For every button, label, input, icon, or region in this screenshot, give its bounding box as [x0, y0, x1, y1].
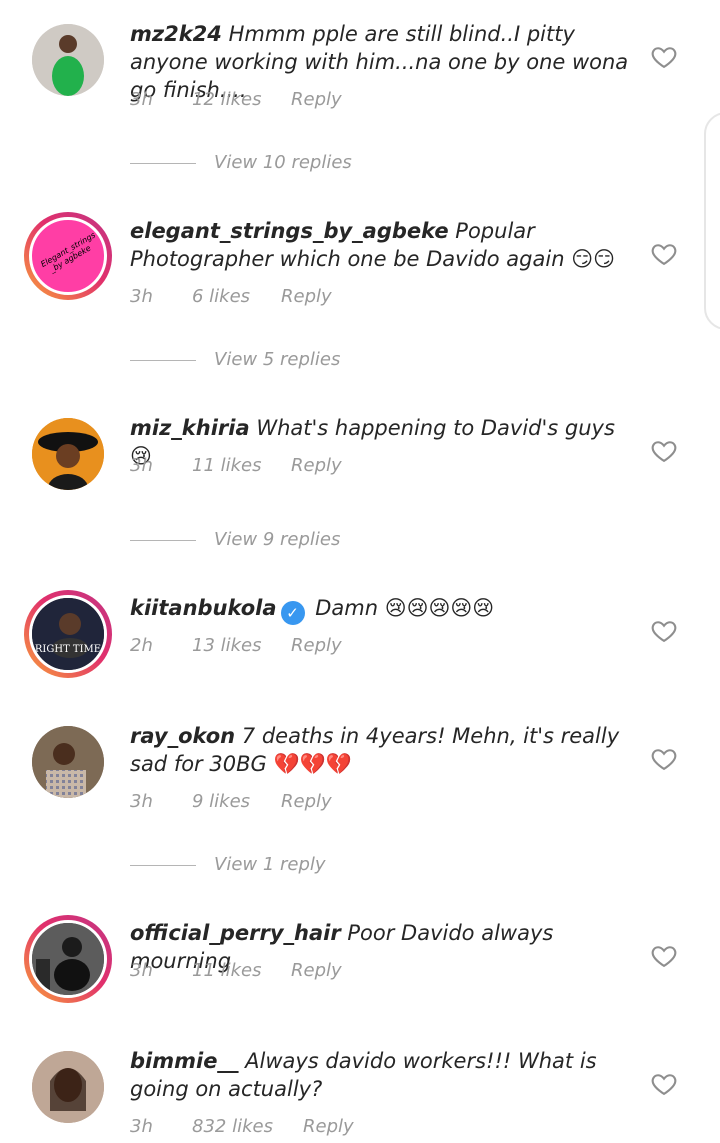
avatar[interactable]	[32, 24, 104, 96]
reply-button[interactable]: Reply	[291, 635, 342, 656]
reply-button[interactable]: Reply	[303, 1116, 354, 1137]
avatar-logo-text: RIGHT TIME	[34, 644, 102, 655]
comment-username[interactable]: elegant_strings_by_agbeke	[130, 219, 449, 243]
heart-outline-icon[interactable]	[650, 43, 678, 71]
avatar[interactable]: Elegant_strings _by agbeke	[24, 212, 112, 300]
comment-time: 3h	[130, 89, 153, 110]
heart-outline-icon[interactable]	[650, 942, 678, 970]
comment-time: 3h	[130, 1116, 153, 1137]
heart-outline-icon[interactable]	[650, 745, 678, 773]
heart-outline-icon[interactable]	[650, 437, 678, 465]
comment-username[interactable]: ray_okon	[130, 724, 235, 748]
comment-username[interactable]: official_perry_hair	[130, 921, 341, 945]
heart-outline-icon[interactable]	[650, 1070, 678, 1098]
reply-button[interactable]: Reply	[291, 455, 342, 476]
comment-likes[interactable]: 9 likes	[192, 791, 250, 812]
comment-likes[interactable]: 6 likes	[192, 286, 250, 307]
comment-likes[interactable]: 832 likes	[192, 1116, 273, 1137]
comment-emoji: 😢😢😢😢😢	[384, 596, 495, 620]
reply-button[interactable]: Reply	[281, 286, 332, 307]
reply-button[interactable]: Reply	[291, 89, 342, 110]
comment-text: Damn	[315, 596, 379, 620]
avatar[interactable]	[32, 1051, 104, 1123]
comment-username[interactable]: miz_khiria	[130, 416, 250, 440]
comment-username[interactable]: kiitanbukola	[130, 596, 277, 620]
comment-time: 3h	[130, 791, 153, 812]
reply-button[interactable]: Reply	[291, 960, 342, 981]
avatar[interactable]: RIGHT TIME	[24, 590, 112, 678]
comment-likes[interactable]: 11 likes	[192, 960, 262, 981]
verified-badge-icon: ✓	[280, 601, 305, 625]
avatar[interactable]	[24, 915, 112, 1003]
comment-likes[interactable]: 11 likes	[192, 455, 262, 476]
avatar[interactable]	[32, 418, 104, 490]
comment-likes[interactable]: 12 likes	[192, 89, 262, 110]
heart-outline-icon[interactable]	[650, 240, 678, 268]
comment-likes[interactable]: 13 likes	[192, 635, 262, 656]
comment-emoji: 😏😏	[571, 247, 615, 271]
avatar-logo-text: Elegant_strings _by agbeke	[39, 230, 98, 275]
heart-outline-icon[interactable]	[650, 617, 678, 645]
divider	[130, 163, 196, 164]
comment-text: What's happening to David's guys	[256, 416, 615, 440]
divider	[130, 540, 196, 541]
avatar[interactable]	[32, 726, 104, 798]
comment-username[interactable]: bimmie__	[130, 1049, 238, 1073]
comment-time: 2h	[130, 635, 153, 656]
comment-emoji: 💔💔💔	[273, 752, 352, 776]
comment-time: 3h	[130, 286, 153, 307]
comment-time: 3h	[130, 960, 153, 981]
divider	[130, 865, 196, 866]
divider	[130, 360, 196, 361]
comment-username[interactable]: mz2k24	[130, 22, 222, 46]
reply-button[interactable]: Reply	[281, 791, 332, 812]
side-panel-tab[interactable]	[704, 112, 720, 330]
comment-time: 3h	[130, 455, 153, 476]
